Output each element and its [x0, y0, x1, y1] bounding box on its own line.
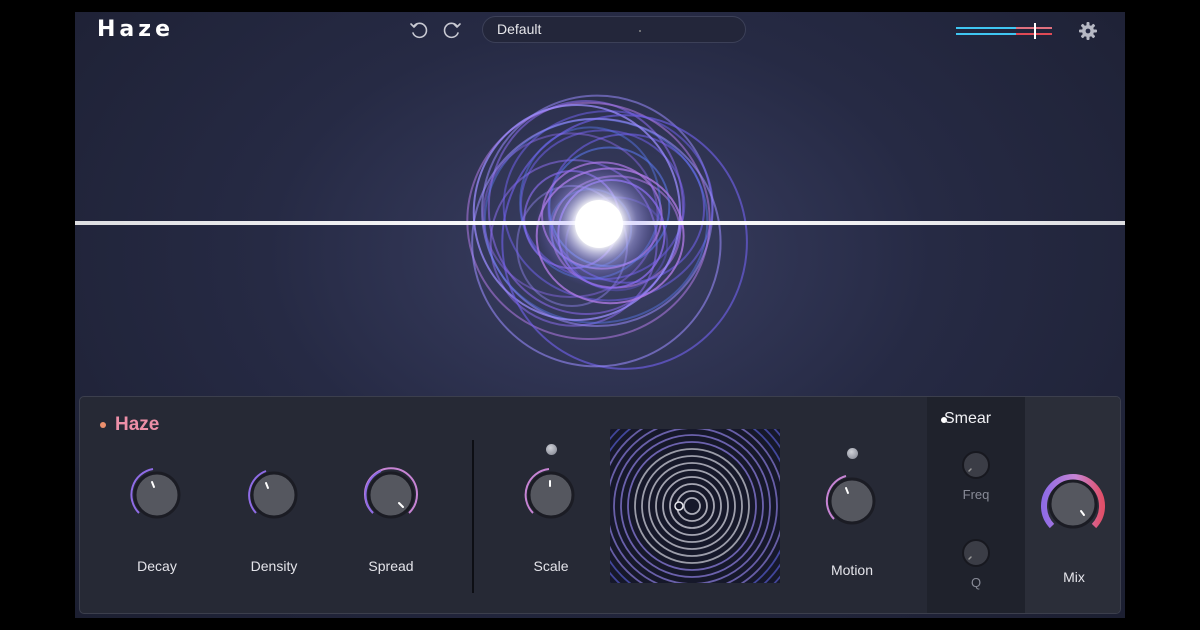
xy-pad-ring: [627, 441, 757, 571]
section-divider: [472, 440, 474, 593]
spread-knob[interactable]: [359, 463, 423, 527]
mix-label: Mix: [1063, 569, 1085, 585]
mix-section: Mix: [1025, 397, 1120, 613]
mix-knob[interactable]: [1037, 468, 1109, 540]
preset-dot: [639, 30, 641, 32]
redo-icon[interactable]: [441, 19, 463, 41]
haze-section-title: Haze: [115, 414, 160, 435]
freq-knob[interactable]: [961, 450, 991, 480]
xy-pad-ring: [655, 469, 729, 543]
xy-pad-ring: [634, 448, 750, 564]
q-knob[interactable]: [961, 538, 991, 568]
decay-label: Decay: [137, 558, 177, 574]
scale-knob[interactable]: [519, 463, 583, 527]
preset-name: Default: [497, 21, 542, 37]
app-logo: Haze: [97, 17, 174, 42]
xy-pad-rings: [610, 429, 780, 583]
reverb-visualizer: [75, 94, 1125, 370]
control-panel: Haze Decay Density Spread Scale Motion S…: [79, 396, 1121, 614]
density-knob[interactable]: [242, 463, 306, 527]
smear-section-title: Smear: [944, 410, 992, 427]
freq-label: Freq: [962, 487, 990, 502]
xy-pad-handle[interactable]: [674, 501, 684, 511]
undo-icon[interactable]: [408, 19, 430, 41]
haze-section-dot: [100, 422, 106, 428]
spread-label: Spread: [368, 558, 414, 574]
motion-xy-pad[interactable]: [610, 429, 780, 583]
xy-pad-ring: [662, 476, 722, 536]
motion-knob[interactable]: [820, 469, 884, 533]
smear-section: Smear Freq Q: [927, 397, 1025, 613]
q-label: Q: [970, 575, 982, 590]
io-meter-icon[interactable]: [956, 23, 1054, 39]
motion-label: Motion: [830, 562, 874, 578]
plugin-window: Haze Default Haze Decay Density Spread S…: [75, 12, 1125, 618]
xy-pad-ring: [613, 429, 771, 583]
xy-pad-ring: [683, 497, 701, 515]
visualizer-core-center: [575, 200, 623, 248]
xy-pad-ring: [648, 462, 736, 550]
xy-pad-ring: [641, 455, 743, 557]
density-label: Density: [250, 558, 298, 574]
top-bar: Haze Default: [75, 12, 1125, 52]
gear-icon[interactable]: [1077, 20, 1099, 42]
scale-label: Scale: [533, 558, 569, 574]
motion-led[interactable]: [847, 448, 858, 459]
decay-knob[interactable]: [125, 463, 189, 527]
preset-selector[interactable]: Default: [482, 16, 746, 43]
scale-led[interactable]: [546, 444, 557, 455]
